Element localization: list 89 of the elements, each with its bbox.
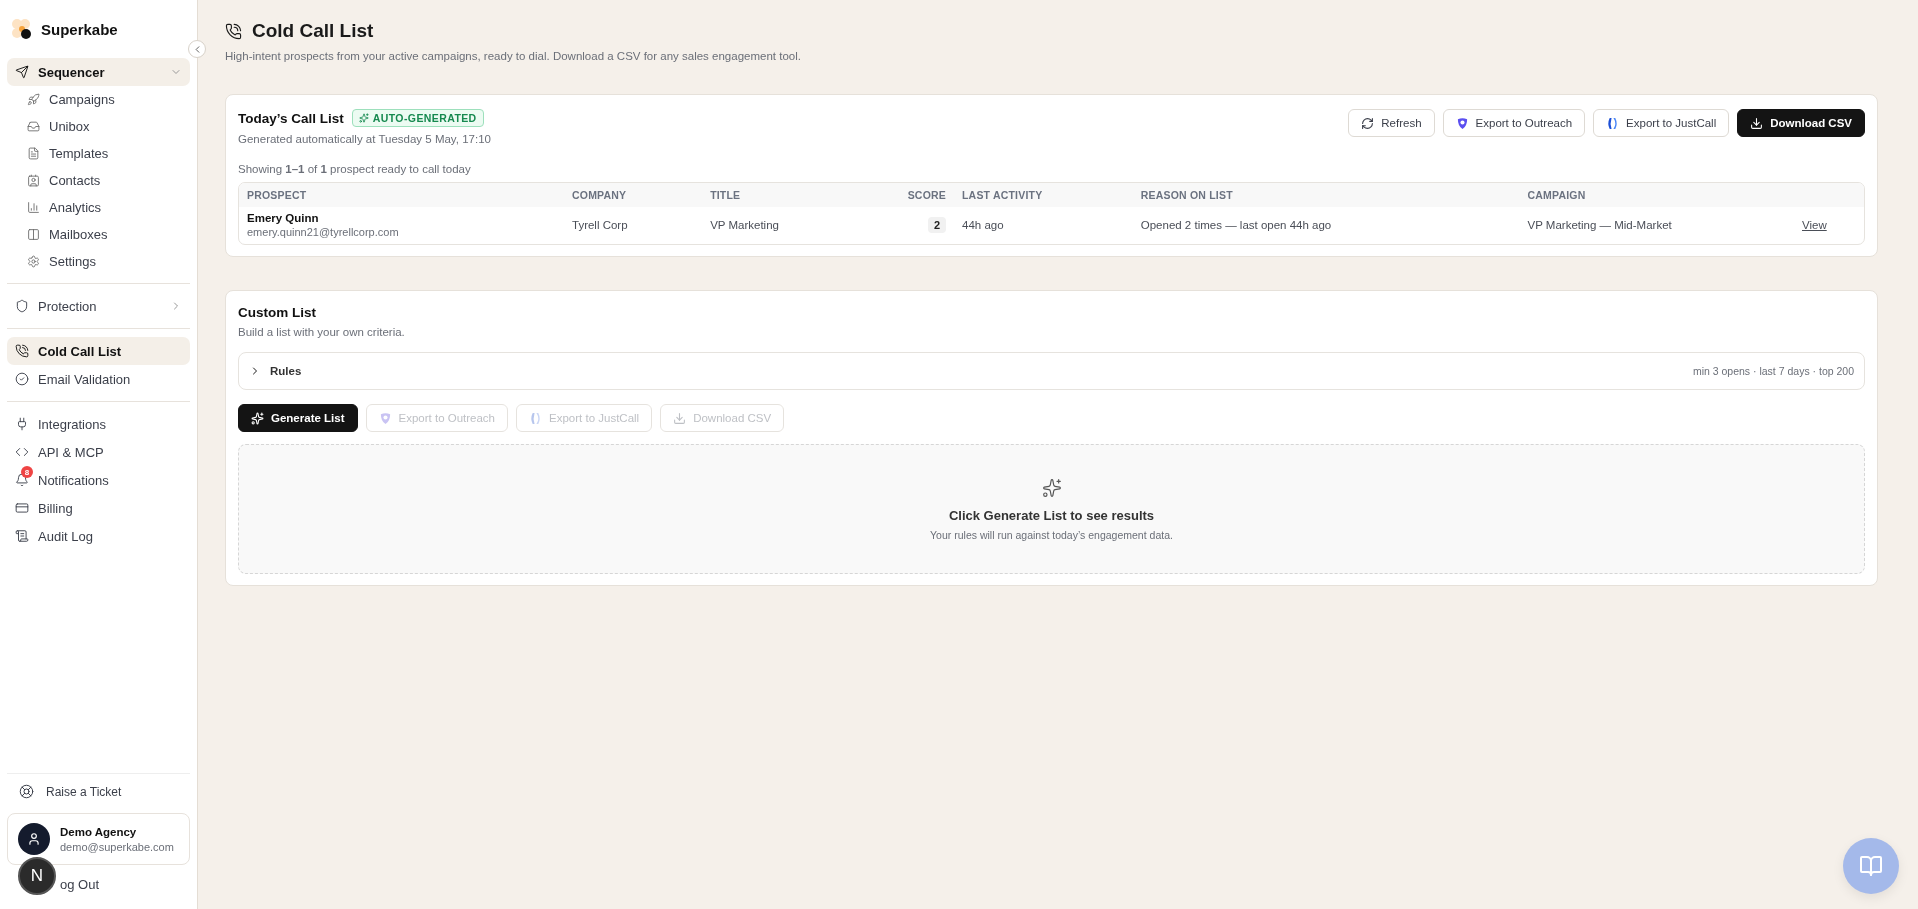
dev-tools-badge[interactable]: N: [18, 857, 56, 895]
account-email: demo@superkabe.com: [60, 840, 174, 853]
shield-logo-icon: [378, 411, 392, 425]
sparkles-icon: [1041, 477, 1062, 498]
refresh-icon: [1361, 116, 1375, 130]
nav-icon: [27, 93, 40, 106]
lifebuoy-icon: [19, 784, 34, 799]
nav-item[interactable]: Integrations: [7, 410, 190, 438]
nav-icon: [27, 147, 40, 160]
nav-icon: [15, 473, 29, 487]
notification-badge: 8: [21, 466, 33, 478]
user-icon: [27, 832, 41, 846]
generated-time: Generated automatically at Tuesday 5 May, 17:10: [238, 133, 491, 145]
nav-item[interactable]: Unibox: [7, 113, 190, 140]
download-csv-button[interactable]: Download CSV: [1737, 109, 1865, 137]
collapse-sidebar-button[interactable]: [188, 40, 206, 58]
generate-list-button[interactable]: Generate List: [238, 404, 358, 432]
table-cell-text: Tyrell Corp: [571, 218, 629, 233]
nav-icon: [27, 228, 40, 241]
nav-item[interactable]: Contacts: [7, 167, 190, 194]
nav-item[interactable]: Email Validation: [7, 365, 190, 393]
column-header: REASON ON LIST: [1132, 183, 1520, 207]
score-value: 2: [927, 217, 946, 233]
nav-item[interactable]: Mailboxes: [7, 221, 190, 248]
nav-item[interactable]: Audit Log: [7, 522, 190, 550]
rules-toggle[interactable]: Rules min 3 opens · last 7 days · top 200: [238, 352, 1865, 390]
column-header: SCORE: [864, 183, 954, 207]
brand-logo-icon: [1606, 116, 1620, 130]
nav-icon: [15, 501, 29, 515]
sparkles-icon: [358, 113, 369, 123]
brand-logo-icon: [529, 411, 543, 425]
export-button[interactable]: Export to Outreach: [1442, 109, 1586, 137]
shield-logo-icon: [1455, 116, 1469, 130]
nav-item[interactable]: Analytics: [7, 194, 190, 221]
column-header: CAMPAIGN: [1519, 183, 1794, 207]
prospect-email: emery.quinn21@tyrellcorp.com: [247, 226, 400, 238]
view-link[interactable]: View: [1802, 219, 1827, 231]
sparkles-icon: [251, 411, 264, 425]
help-button[interactable]: [1843, 838, 1899, 894]
nav-icon: [15, 299, 29, 313]
nav-item[interactable]: Campaigns: [7, 86, 190, 113]
nav-icon: [15, 372, 29, 386]
nav-item[interactable]: Templates: [7, 140, 190, 167]
nav-item[interactable]: Cold Call List: [7, 337, 190, 365]
nav-item[interactable]: Billing: [7, 494, 190, 522]
nav-icon: [27, 174, 40, 187]
empty-text: Your rules will run against today’s engagement data.: [930, 528, 1173, 541]
download-icon: [1750, 116, 1764, 130]
brand-logo: [11, 18, 33, 40]
page-title: Cold Call List: [252, 20, 374, 42]
nav-icon: [15, 445, 29, 459]
prospect-name: Emery Quinn: [247, 212, 320, 224]
nav-icon: [15, 529, 29, 543]
column-header: COMPANY: [564, 183, 703, 207]
showing-count: Showing 1–1 of 1 prospect ready to call today: [238, 163, 472, 175]
download-icon: [673, 411, 687, 425]
log-out-link[interactable]: og Out: [60, 876, 100, 892]
nav-item[interactable]: API & MCP: [7, 438, 190, 466]
nav-item[interactable]: 8 Notifications: [7, 466, 190, 494]
nav-item[interactable]: Settings: [7, 248, 190, 275]
nav-icon: [27, 120, 40, 133]
card-title: Custom List: [238, 305, 317, 320]
empty-title: Click Generate List to see results: [948, 507, 1155, 523]
column-header: LAST ACTIVITY: [954, 183, 1133, 207]
phone-icon: [225, 22, 242, 40]
rules-summary: min 3 opens · last 7 days · top 200: [1692, 365, 1854, 377]
account-name: Demo Agency: [60, 825, 138, 838]
raise-ticket-link[interactable]: Raise a Ticket: [7, 773, 190, 809]
auto-generated-tag: AUTO-GENERATED: [351, 109, 484, 127]
column-header: TITLE: [702, 183, 865, 207]
export-button[interactable]: Export to JustCall: [1593, 109, 1730, 137]
card-subtitle: Build a list with your own criteria.: [238, 326, 406, 338]
nav-icon: [15, 417, 29, 431]
nav-icon: [15, 344, 29, 358]
nav-group[interactable]: Protection: [7, 292, 190, 320]
page-subtitle: High-intent prospects from your active campaigns, ready to dial. Download a CSV for any sales engagement tool.: [225, 50, 802, 62]
table-cell-text: VP Marketing: [709, 218, 780, 233]
column-header: PROSPECT: [239, 183, 564, 207]
nav-group[interactable]: Sequencer: [7, 58, 190, 86]
nav-icon: [27, 201, 40, 214]
card-title: Today’s Call List: [238, 110, 344, 126]
brand-name: Superkabe: [41, 20, 118, 38]
table-cell-text: Opened 2 times — last open 44h ago: [1139, 218, 1333, 233]
nav-icon: [15, 65, 29, 79]
table-cell-text: VP Marketing — Mid-Market: [1526, 218, 1673, 233]
refresh-button[interactable]: Refresh: [1348, 109, 1435, 137]
table-cell-text: 44h ago: [961, 218, 1005, 233]
book-icon: [1859, 854, 1883, 878]
nav-icon: [27, 255, 40, 268]
